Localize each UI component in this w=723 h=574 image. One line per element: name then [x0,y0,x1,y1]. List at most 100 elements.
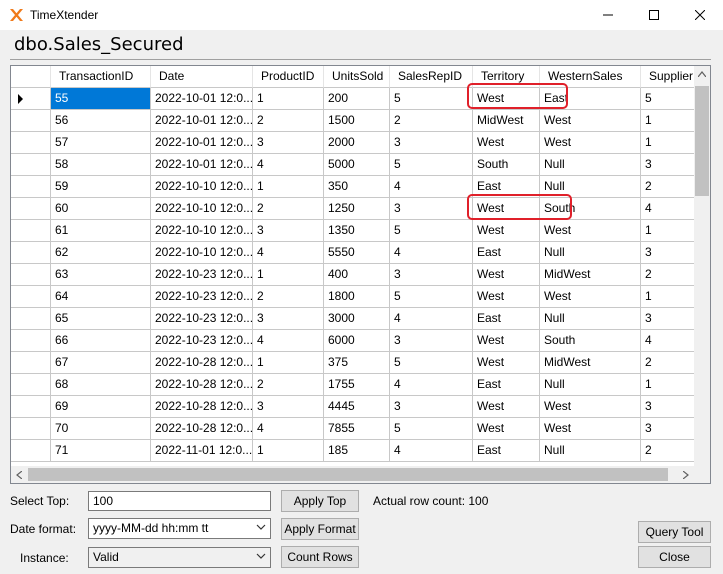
table-cell[interactable]: 2022-10-01 12:0... [151,132,253,154]
table-cell[interactable]: 1 [253,440,324,462]
table-cell[interactable]: East [473,374,540,396]
maximize-button[interactable] [631,0,677,30]
column-header[interactable]: UnitsSold [324,66,390,88]
table-cell[interactable]: 4 [641,198,695,220]
table-cell[interactable]: 2 [253,286,324,308]
table-cell[interactable]: 3 [390,396,473,418]
table-cell[interactable]: 1 [641,132,695,154]
table-cell[interactable]: 1250 [324,198,390,220]
table-cell[interactable]: 3 [641,308,695,330]
table-cell[interactable]: 62 [51,242,151,264]
vertical-scroll-thumb[interactable] [695,86,709,196]
column-header[interactable]: Territory [473,66,540,88]
table-cell[interactable]: 70 [51,418,151,440]
table-cell[interactable]: 4 [253,418,324,440]
table-cell[interactable]: 4 [390,242,473,264]
table-cell[interactable]: 71 [51,440,151,462]
table-cell[interactable]: 2022-10-10 12:0... [151,176,253,198]
table-cell[interactable]: 4 [390,374,473,396]
table-cell[interactable]: 69 [51,396,151,418]
table-cell[interactable]: 2 [641,440,695,462]
row-header[interactable] [11,154,51,176]
table-cell[interactable]: East [540,88,641,110]
minimize-button[interactable] [585,0,631,30]
table-cell[interactable]: Null [540,154,641,176]
apply-format-button[interactable]: Apply Format [281,518,359,540]
data-grid[interactable]: TransactionID Date ProductID UnitsSold Sales… [10,65,711,484]
table-cell[interactable]: 3 [641,154,695,176]
row-header[interactable] [11,264,51,286]
table-cell[interactable]: 58 [51,154,151,176]
column-header[interactable]: WesternSales [540,66,641,88]
table-cell[interactable]: 1 [253,88,324,110]
table-cell[interactable]: West [473,132,540,154]
table-cell[interactable]: Null [540,242,641,264]
row-header[interactable] [11,88,51,110]
horizontal-scrollbar[interactable] [11,466,710,483]
column-header[interactable]: SalesRepID [390,66,473,88]
row-header[interactable] [11,418,51,440]
table-cell[interactable]: 56 [51,110,151,132]
instance-select[interactable]: Valid [88,547,271,568]
scroll-right-icon[interactable] [683,471,689,479]
table-row[interactable]: 71 2022-11-01 12:0... 1 185 4 East Null 2 [11,440,695,462]
table-cell[interactable]: West [473,88,540,110]
table-cell[interactable]: 2022-10-01 12:0... [151,154,253,176]
table-cell[interactable]: South [540,198,641,220]
table-cell[interactable]: 5550 [324,242,390,264]
grid-corner[interactable] [11,66,51,88]
count-rows-button[interactable]: Count Rows [281,546,359,568]
table-cell[interactable]: 3 [390,132,473,154]
table-cell[interactable]: 4 [253,154,324,176]
close-window-button[interactable] [677,0,723,30]
table-cell[interactable]: West [473,396,540,418]
table-row[interactable]: 55 2022-10-01 12:0... 1 200 5 West East 5 [11,88,695,110]
table-cell[interactable]: 2 [641,352,695,374]
table-cell[interactable]: 5 [390,286,473,308]
table-cell[interactable]: 3 [641,242,695,264]
select-top-input[interactable]: 100 [88,491,271,511]
table-row[interactable]: 56 2022-10-01 12:0... 2 1500 2 MidWest West 1 [11,110,695,132]
table-row[interactable]: 57 2022-10-01 12:0... 3 2000 3 West West 1 [11,132,695,154]
table-cell[interactable]: 1 [253,264,324,286]
close-button[interactable]: Close [638,546,711,568]
table-cell[interactable]: 5 [390,88,473,110]
table-cell[interactable]: 1500 [324,110,390,132]
table-cell[interactable]: Null [540,308,641,330]
table-cell[interactable]: 5 [641,88,695,110]
table-cell[interactable]: West [473,264,540,286]
table-cell[interactable]: 5 [390,418,473,440]
table-row[interactable]: 59 2022-10-10 12:0... 1 350 4 East Null 2 [11,176,695,198]
table-cell[interactable]: 375 [324,352,390,374]
table-cell[interactable]: 4 [641,330,695,352]
table-cell[interactable]: 185 [324,440,390,462]
table-cell[interactable]: West [473,198,540,220]
table-cell[interactable]: 3 [641,396,695,418]
row-header[interactable] [11,198,51,220]
row-header[interactable] [11,132,51,154]
table-cell[interactable]: West [473,330,540,352]
column-header[interactable]: SupplierID [641,66,695,88]
row-header[interactable] [11,286,51,308]
table-cell[interactable]: 2 [641,176,695,198]
table-cell[interactable]: 2022-10-01 12:0... [151,88,253,110]
row-header[interactable] [11,220,51,242]
table-row[interactable]: 60 2022-10-10 12:0... 2 1250 3 West South 4 [11,198,695,220]
table-cell[interactable]: 4 [253,330,324,352]
table-cell[interactable]: 2022-10-10 12:0... [151,220,253,242]
table-cell[interactable]: 3 [253,220,324,242]
row-header[interactable] [11,352,51,374]
table-cell[interactable]: 3000 [324,308,390,330]
table-cell[interactable]: 3 [253,308,324,330]
table-row[interactable]: 61 2022-10-10 12:0... 3 1350 5 West West 1 [11,220,695,242]
table-cell[interactable]: 2 [641,264,695,286]
table-cell[interactable]: 1350 [324,220,390,242]
table-cell[interactable]: 4 [390,176,473,198]
table-cell[interactable]: 1 [641,220,695,242]
table-cell[interactable]: 350 [324,176,390,198]
column-header[interactable]: TransactionID [51,66,151,88]
table-cell[interactable]: West [473,220,540,242]
table-cell[interactable]: Null [540,176,641,198]
table-cell[interactable]: East [473,440,540,462]
table-cell[interactable]: 4445 [324,396,390,418]
